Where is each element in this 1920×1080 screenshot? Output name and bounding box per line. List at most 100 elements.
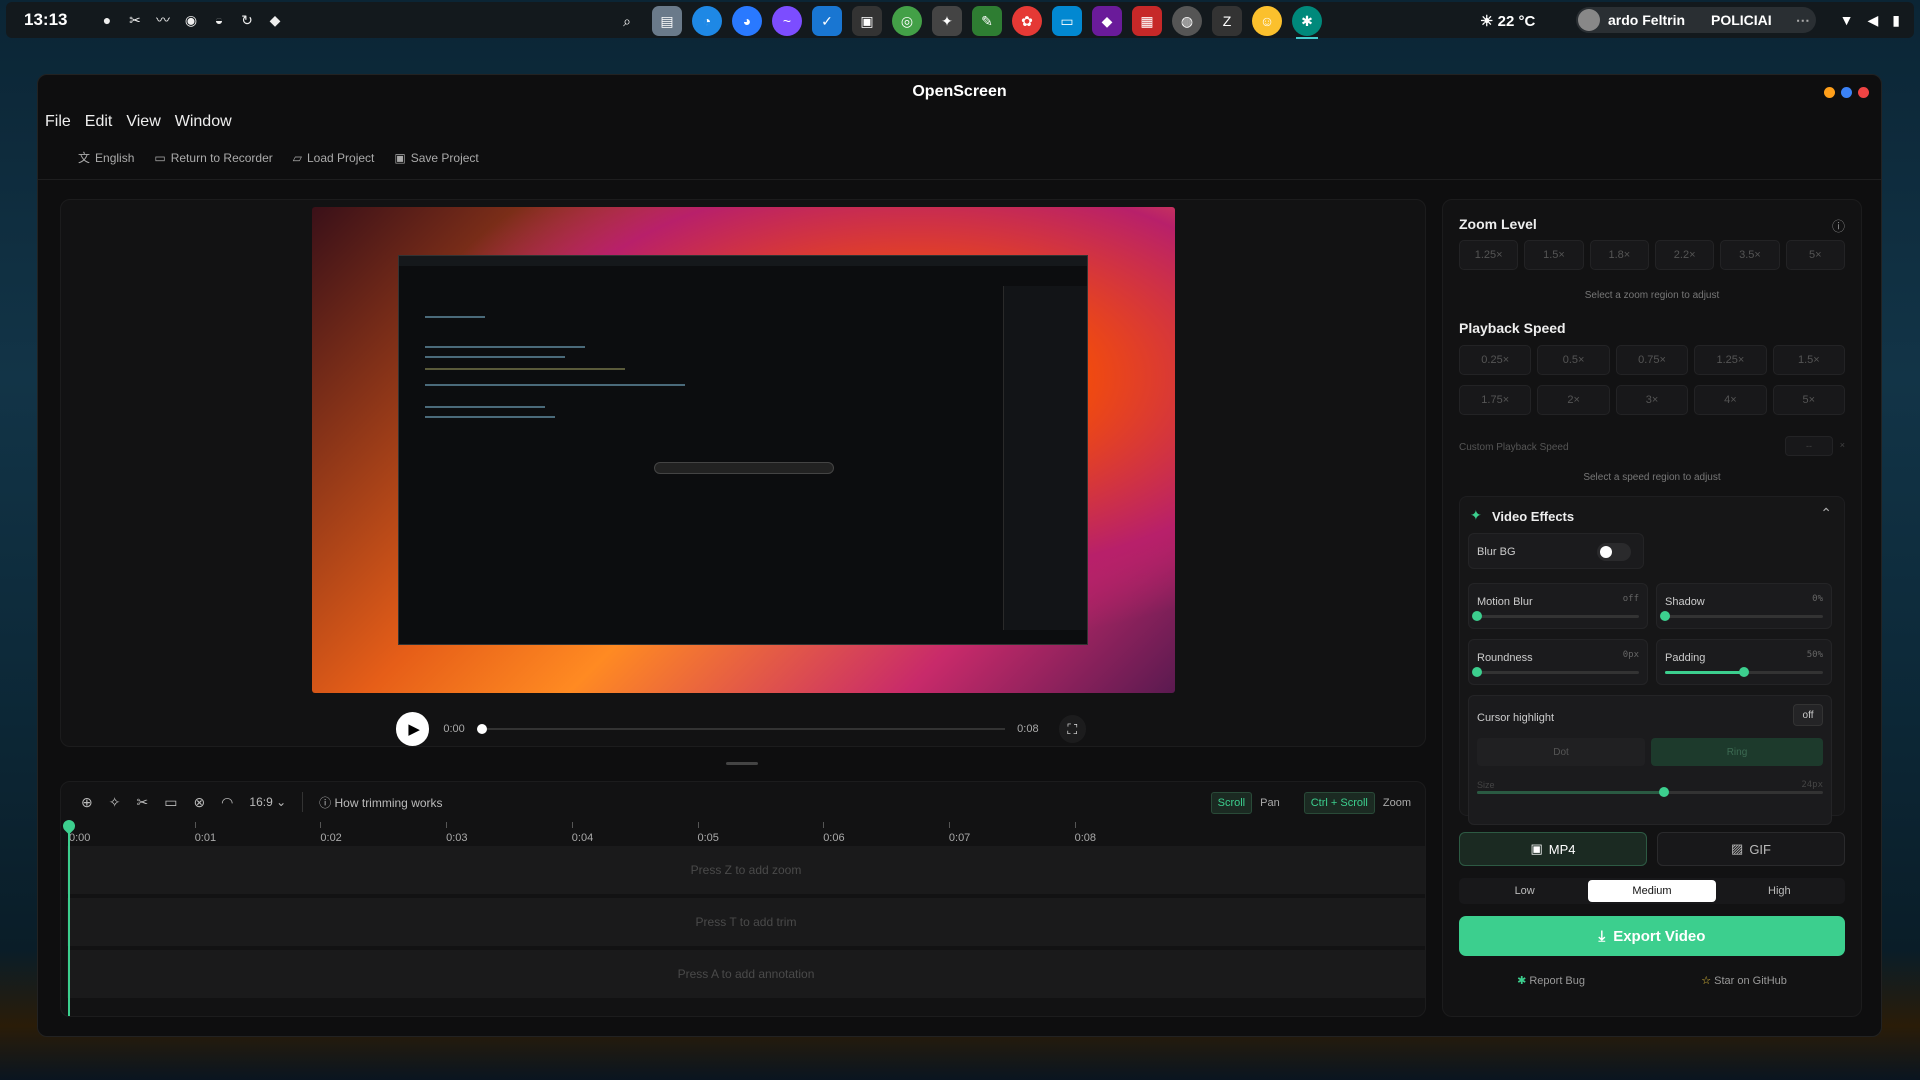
slider-handle[interactable] <box>1660 611 1670 621</box>
motion-blur-slider[interactable] <box>1472 611 1639 621</box>
annotation-icon[interactable]: ▭ <box>164 794 177 811</box>
speed-option[interactable]: 2× <box>1537 385 1610 415</box>
close-button[interactable] <box>1858 87 1869 98</box>
game-icon[interactable]: ✿ <box>1012 6 1042 36</box>
play-button[interactable]: ▶ <box>396 712 430 746</box>
chrome-icon[interactable]: ◎ <box>892 6 922 36</box>
menu-edit[interactable]: Edit <box>85 113 113 131</box>
zed-icon[interactable]: Z <box>1212 6 1242 36</box>
seek-bar[interactable] <box>476 724 1006 734</box>
slider-handle[interactable] <box>1658 787 1669 797</box>
speed-icon[interactable]: ◠ <box>221 794 233 811</box>
size-slider[interactable] <box>1477 787 1823 797</box>
playhead[interactable] <box>68 824 70 1016</box>
browser-icon[interactable]: ◔ <box>692 6 722 36</box>
monitor-icon[interactable]: ▭ <box>1052 6 1082 36</box>
speed-option[interactable]: 0.25× <box>1459 345 1532 375</box>
cursor-mode-dot[interactable]: Dot <box>1477 738 1645 766</box>
obsidian-icon[interactable]: ◆ <box>1092 6 1122 36</box>
speed-option[interactable]: 1.5× <box>1772 345 1846 375</box>
terminal-icon[interactable]: ● <box>98 11 116 29</box>
speed-option[interactable]: 0.75× <box>1615 345 1689 375</box>
speed-option[interactable]: 3× <box>1615 385 1689 415</box>
trim-lane[interactable]: Press T to add trim <box>67 898 1425 946</box>
editor-icon[interactable]: ✎ <box>972 6 1002 36</box>
search-icon[interactable]: ⌕ <box>612 6 642 36</box>
volume-icon[interactable]: ◀ <box>1868 12 1879 29</box>
padding-slider[interactable] <box>1665 667 1823 677</box>
vpn-icon[interactable]: ◍ <box>1172 6 1202 36</box>
resize-handle[interactable] <box>726 762 758 765</box>
wave-icon[interactable]: 〰 <box>154 11 172 29</box>
slider-handle[interactable] <box>1472 611 1482 621</box>
cursor-mode-ring[interactable]: Ring <box>1651 738 1823 766</box>
sync-icon[interactable]: ◉ <box>182 11 200 29</box>
refresh-icon[interactable]: ↻ <box>238 11 256 29</box>
zoom-option[interactable]: 1.8× <box>1589 240 1649 270</box>
scissors-icon[interactable]: ✂ <box>136 794 148 811</box>
tools-icon[interactable]: ✂ <box>126 11 144 29</box>
report-bug-link[interactable]: ✱ Report Bug <box>1517 974 1585 987</box>
quality-high[interactable]: High <box>1716 880 1843 902</box>
slider-handle[interactable] <box>1739 667 1749 677</box>
language-button[interactable]: 文 English <box>78 149 134 166</box>
seek-handle[interactable] <box>476 724 487 734</box>
speed-option[interactable]: 4× <box>1694 385 1767 415</box>
files-icon[interactable]: ▤ <box>652 6 682 36</box>
mp4-format-button[interactable]: ▣ MP4 <box>1459 832 1647 866</box>
roundness-slider[interactable] <box>1472 667 1639 677</box>
shadow-slider[interactable] <box>1660 611 1823 621</box>
zoom-option[interactable]: 5× <box>1785 240 1845 270</box>
cursor-highlight-toggle[interactable]: off <box>1793 704 1823 726</box>
fullscreen-button[interactable]: ⛶ <box>1058 715 1086 743</box>
tag-icon[interactable]: ◆ <box>266 11 284 29</box>
zoom-option[interactable]: 1.25× <box>1459 240 1519 270</box>
magic-wand-icon[interactable]: ✧ <box>109 794 121 811</box>
aspect-ratio-select[interactable]: 16:9 ⌄ <box>249 795 286 809</box>
zoom-option[interactable]: 1.5× <box>1524 240 1584 270</box>
ghost-icon[interactable]: ◒ <box>210 11 228 29</box>
maximize-button[interactable] <box>1841 87 1852 98</box>
star-github-link[interactable]: ☆ Star on GitHub <box>1701 974 1787 987</box>
speed-option[interactable]: 1.25× <box>1694 345 1767 375</box>
tasks-icon[interactable]: ✓ <box>812 6 842 36</box>
resolve-icon[interactable]: ✦ <box>932 6 962 36</box>
openscreen-app-icon[interactable]: ✱ <box>1292 6 1322 39</box>
user-chip[interactable]: ardo Feltrin POLICIAI ⋯ <box>1576 7 1816 33</box>
zoom-option[interactable]: 2.2× <box>1654 240 1715 270</box>
pdf-icon[interactable]: ▦ <box>1132 6 1162 36</box>
export-video-button[interactable]: ⤓ Export Video <box>1459 916 1845 956</box>
help-icon[interactable]: ⓘ <box>1832 216 1845 235</box>
time-ruler[interactable]: 0:00 0:01 0:02 0:03 0:04 0:05 0:06 0:07 0:08 <box>61 822 1425 846</box>
messenger-icon[interactable]: ◕ <box>732 6 762 36</box>
menu-file[interactable]: File <box>45 113 71 131</box>
menu-view[interactable]: View <box>126 113 160 131</box>
quality-medium[interactable]: Medium <box>1588 880 1716 902</box>
speed-option[interactable]: 5× <box>1772 385 1846 415</box>
custom-speed-input[interactable]: -- <box>1785 436 1833 456</box>
chevron-up-icon[interactable]: ⌃ <box>1820 505 1832 522</box>
wifi-icon[interactable]: ▼ <box>1840 12 1854 29</box>
zoom-lane[interactable]: Press Z to add zoom <box>67 846 1425 894</box>
speed-option[interactable]: 1.75× <box>1459 385 1532 415</box>
quality-low[interactable]: Low <box>1461 880 1588 902</box>
blur-icon[interactable]: ⊗ <box>193 794 205 811</box>
blur-bg-toggle[interactable] <box>1597 543 1631 561</box>
annotation-lane[interactable]: Press A to add annotation <box>67 950 1425 998</box>
minimize-button[interactable] <box>1824 87 1835 98</box>
chat-icon[interactable]: ~ <box>772 6 802 36</box>
zoom-option[interactable]: 3.5× <box>1720 240 1780 270</box>
clock[interactable]: 13:13 <box>24 10 82 30</box>
load-project-button[interactable]: ▱ Load Project <box>293 149 375 166</box>
weather[interactable]: ☀ 22 °C <box>1480 12 1535 30</box>
obs-icon[interactable]: ▣ <box>852 6 882 36</box>
menu-window[interactable]: Window <box>175 113 232 131</box>
gif-format-button[interactable]: ▨ GIF <box>1657 832 1845 866</box>
save-project-button[interactable]: ▣ Save Project <box>394 149 478 166</box>
slider-handle[interactable] <box>1472 667 1482 677</box>
zoom-tool-icon[interactable]: ⊕ <box>81 794 93 811</box>
speed-option[interactable]: 0.5× <box>1537 345 1610 375</box>
battery-icon[interactable]: ▮ <box>1892 12 1900 29</box>
return-to-recorder-button[interactable]: ▭ Return to Recorder <box>154 149 272 166</box>
video-canvas[interactable] <box>312 207 1175 693</box>
